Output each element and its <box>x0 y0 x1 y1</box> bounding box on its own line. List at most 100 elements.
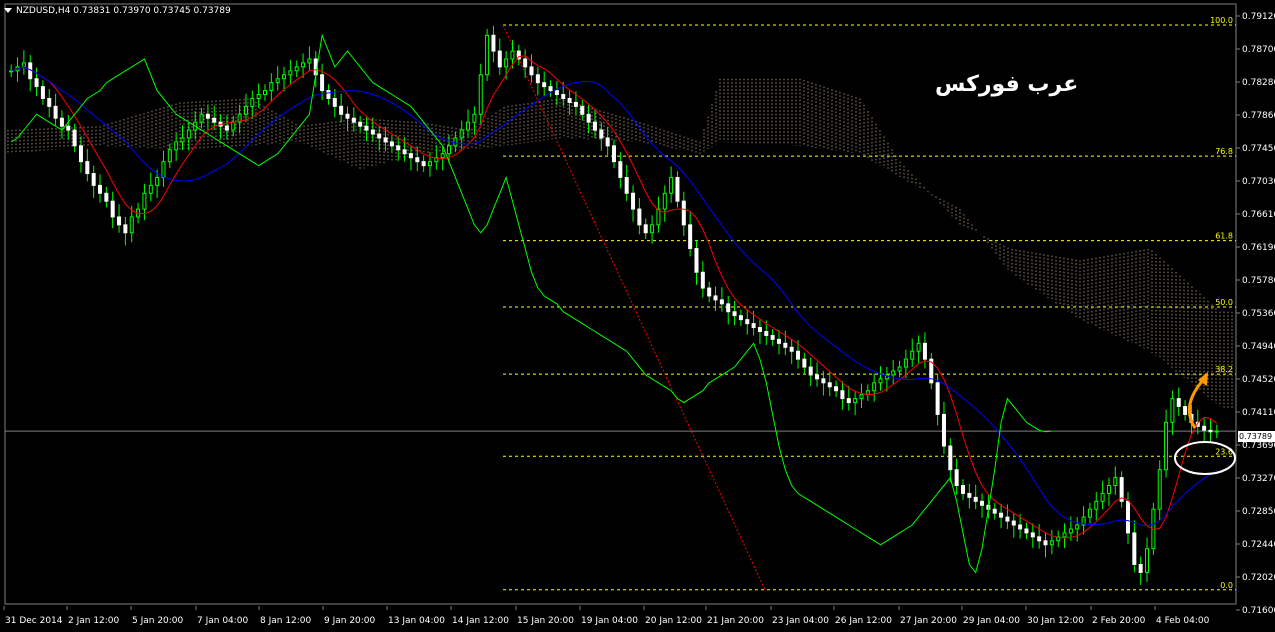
fib-level-label: 76.8 <box>1215 147 1233 156</box>
x-tick-label: 20 Jan 12:00 <box>645 616 702 626</box>
y-tick-label: 0.71600 <box>1242 606 1275 616</box>
candle-body <box>332 97 337 107</box>
candle-body <box>142 192 147 210</box>
arrow-curve <box>1187 376 1207 429</box>
candle-body <box>1100 492 1105 502</box>
price-chart-svg[interactable]: 0.79120 0.78700 0.78280 0.77860 0.77450 0.770… <box>0 0 1275 632</box>
candle-body <box>827 382 832 388</box>
candle-body <box>377 133 382 139</box>
y-tick-label: 0.73690 <box>1242 441 1275 451</box>
candle-body <box>466 121 471 131</box>
candle-body <box>961 485 966 494</box>
candle-body <box>453 137 458 147</box>
candle-body <box>1075 524 1080 530</box>
candle-body <box>580 105 585 115</box>
candle-body <box>180 137 185 143</box>
candle-body <box>1202 425 1207 431</box>
candle-body <box>624 176 629 194</box>
candle-body <box>586 113 591 123</box>
candle-body <box>1113 477 1118 487</box>
candle-body <box>1106 485 1111 494</box>
candle-body <box>326 90 331 99</box>
chikou-span-line <box>10 33 1052 574</box>
candle-body <box>34 78 39 88</box>
candle-body <box>554 90 559 96</box>
candle-body <box>719 299 724 305</box>
candle-body <box>980 500 985 506</box>
candle-body <box>421 161 426 167</box>
fib-level-label: 61.8 <box>1215 232 1233 241</box>
candle-body <box>1094 500 1099 510</box>
candle-body <box>751 323 756 329</box>
candle-body <box>941 413 946 447</box>
candle-body <box>599 129 604 139</box>
candle-body <box>897 366 902 372</box>
y-tick-label: 0.74940 <box>1242 342 1275 352</box>
candle-body <box>757 327 762 332</box>
dropdown-triangle-icon[interactable] <box>4 8 12 13</box>
candle-body <box>288 70 293 76</box>
candle-body <box>675 176 680 202</box>
candle-body <box>859 394 864 400</box>
fib-level-label: 50.0 <box>1215 298 1233 307</box>
y-tick-label: 0.77860 <box>1242 111 1275 121</box>
candle-body <box>1068 528 1073 534</box>
y-tick-label: 0.73270 <box>1242 474 1275 484</box>
candle-body <box>954 469 959 487</box>
candle-body <box>370 129 375 135</box>
candle-body <box>408 153 413 159</box>
candle-body <box>174 141 179 151</box>
candle-body <box>764 330 769 336</box>
x-tick-label: 30 Jan 12:00 <box>1027 616 1084 626</box>
candle-body <box>485 34 490 76</box>
candle-body <box>383 137 388 143</box>
candle-body <box>834 386 839 392</box>
candle-body <box>789 346 794 352</box>
candle-body <box>992 508 997 514</box>
candle-body <box>161 161 166 178</box>
candle-body <box>1138 564 1143 573</box>
candle-body <box>681 200 686 226</box>
candle-body <box>688 224 693 250</box>
y-tick-label: 0.72440 <box>1242 540 1275 550</box>
candle-body <box>78 145 83 163</box>
candle-body <box>427 161 432 167</box>
candle-body <box>224 125 229 131</box>
candle-body <box>548 86 553 92</box>
y-tick-label: 0.79120 <box>1242 12 1275 22</box>
current-price-tag: 0.73789 <box>1238 431 1275 442</box>
x-tick-label: 2 Feb 20:00 <box>1092 616 1146 626</box>
candle-body <box>1183 406 1188 415</box>
x-tick-label: 13 Jan 04:00 <box>388 616 445 626</box>
candle-body <box>66 125 71 131</box>
candle-body <box>821 378 826 384</box>
candle-body <box>840 390 845 400</box>
candle-body <box>910 350 915 360</box>
candle-body <box>523 58 528 68</box>
candle-body <box>650 224 655 234</box>
candle-body <box>802 358 807 368</box>
candle-body <box>529 66 534 76</box>
candle-body <box>973 496 978 502</box>
y-tick-label: 0.76190 <box>1242 243 1275 253</box>
x-tick-label: 26 Jan 12:00 <box>835 616 892 626</box>
candle-body <box>567 97 572 103</box>
candle-body <box>59 117 64 127</box>
y-tick-label: 0.72020 <box>1242 573 1275 583</box>
candle-body <box>592 121 597 131</box>
candle-body <box>231 121 236 131</box>
y-tick-label: 0.75360 <box>1242 309 1275 319</box>
candle-body <box>294 66 299 72</box>
candle-body <box>561 94 566 99</box>
candle-body <box>1176 398 1181 408</box>
candle-body <box>402 149 407 155</box>
y-tick-label: 0.75780 <box>1242 276 1275 286</box>
chart: 0.79120 0.78700 0.78280 0.77860 0.77450 0.770… <box>0 0 1275 632</box>
candle-body <box>320 74 325 92</box>
candle-body <box>776 338 781 344</box>
candle-body <box>783 342 788 348</box>
candles <box>9 25 1219 586</box>
candle-body <box>948 445 953 471</box>
candle-body <box>459 129 464 139</box>
candle-body <box>573 101 578 107</box>
